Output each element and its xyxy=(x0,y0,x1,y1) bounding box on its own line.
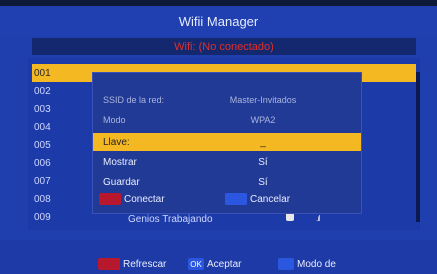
refresh-button[interactable]: Refrescar xyxy=(98,258,166,270)
list-item-number: 002 xyxy=(34,85,51,97)
red-key-icon xyxy=(98,258,120,270)
show-label: Mostrar xyxy=(103,156,137,168)
save-option[interactable]: Guardar Sí xyxy=(93,173,361,191)
cancel-button-label: Cancelar xyxy=(250,193,291,205)
key-input[interactable]: _ xyxy=(223,137,303,148)
ssid-value: Master-Invitados xyxy=(229,95,297,105)
connect-dialog: SSID de la red: Master-Invitados Modo WP… xyxy=(92,72,362,214)
list-item-number: 008 xyxy=(34,193,51,205)
list-item-number: 005 xyxy=(34,139,51,151)
mode-button-label: Modo de xyxy=(297,258,336,270)
list-item-ssid: Genios Trabajando xyxy=(128,214,213,225)
save-value[interactable]: Sí xyxy=(223,177,303,188)
list-item-number: 004 xyxy=(34,121,51,133)
scrollbar[interactable] xyxy=(416,72,420,222)
blue-key-icon xyxy=(278,258,294,270)
mode-label: Modo xyxy=(103,115,126,125)
cancel-button[interactable]: Cancelar xyxy=(225,193,290,205)
list-item-number: 006 xyxy=(34,157,51,169)
ssid-row: SSID de la red: Master-Invitados xyxy=(93,91,361,109)
refresh-button-label: Refrescar xyxy=(123,258,167,270)
signal-strength-icon: .ıl xyxy=(316,214,320,223)
list-item-number: 003 xyxy=(34,103,51,115)
list-item-number: 007 xyxy=(34,175,51,187)
list-item-number: 001 xyxy=(34,67,51,79)
accept-button[interactable]: OK Aceptar xyxy=(188,258,241,270)
red-key-icon xyxy=(99,193,121,205)
list-item-number: 009 xyxy=(34,211,51,223)
mode-button[interactable]: Modo de xyxy=(278,258,336,270)
key-label: Llave: xyxy=(103,136,130,148)
key-field[interactable]: Llave: _ xyxy=(93,133,361,151)
show-password-option[interactable]: Mostrar Sí xyxy=(93,153,361,171)
save-label: Guardar xyxy=(103,176,140,188)
ssid-label: SSID de la red: xyxy=(103,95,165,105)
blue-key-icon xyxy=(225,193,247,205)
connect-button[interactable]: Conectar xyxy=(99,193,165,205)
connection-status: Wifi: (No conectado) xyxy=(32,38,416,55)
mode-value: WPA2 xyxy=(250,115,276,125)
connect-button-label: Conectar xyxy=(124,193,165,205)
show-value[interactable]: Sí xyxy=(223,157,303,168)
accept-button-label: Aceptar xyxy=(207,258,242,270)
ok-key-icon: OK xyxy=(188,258,204,270)
mode-row: Modo WPA2 xyxy=(93,111,361,129)
window-title: Wifii Manager xyxy=(0,6,437,36)
